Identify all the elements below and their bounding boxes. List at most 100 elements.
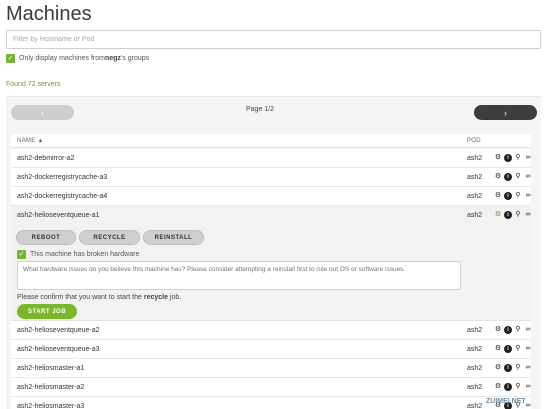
- row-name[interactable]: ash2-heliosmaster-a2: [17, 384, 84, 391]
- info-icon[interactable]: i: [504, 192, 512, 200]
- start-job-button[interactable]: START JOB: [17, 304, 77, 319]
- broken-hardware-option[interactable]: ✓ This machine has broken hardware: [17, 250, 139, 259]
- row-name[interactable]: ash2-helioseventqueue-a1: [17, 212, 100, 219]
- link-icon[interactable]: ∞: [524, 383, 532, 391]
- gear-icon[interactable]: ⚙: [494, 211, 502, 219]
- row-actions: ⚙ i ⚲ ∞: [494, 383, 532, 391]
- info-icon[interactable]: i: [504, 364, 512, 372]
- only-display-prefix: Only display machines from: [19, 55, 105, 62]
- filter-input[interactable]: [6, 30, 541, 49]
- row-name[interactable]: ash2-helioseventqueue-a2: [17, 327, 100, 334]
- info-icon[interactable]: i: [504, 154, 512, 162]
- page-title: Machines: [6, 3, 92, 25]
- gear-icon[interactable]: ⚙: [494, 364, 502, 372]
- table-row[interactable]: ash2-heliosmaster-a3 ash2 ⚙ i ⚲ ∞: [11, 397, 531, 409]
- only-display-suffix: 's groups: [120, 55, 150, 62]
- gear-icon[interactable]: ⚙: [494, 345, 502, 353]
- row-actions: ⚙ i ⚲ ∞: [494, 154, 532, 162]
- row-name[interactable]: ash2-dockerregistrycache-a3: [17, 174, 107, 181]
- link-icon[interactable]: ∞: [524, 364, 532, 372]
- confirm-job: recycle: [143, 294, 168, 301]
- search-icon[interactable]: ⚲: [514, 192, 522, 200]
- row-pod: ash2: [467, 174, 483, 181]
- watermark: ZUIMEI.NET: [486, 398, 526, 405]
- search-icon[interactable]: ⚲: [514, 154, 522, 162]
- row-pod: ash2: [467, 327, 483, 334]
- expanded-row: ash2-helioseventqueue-a1 ash2 ⚙ i ⚲ ∞ REBOO…: [11, 206, 531, 321]
- table-row[interactable]: ash2-dockerregistrycache-a4 ash2 ⚙ i ⚲ ∞: [11, 187, 531, 206]
- row-pod: ash2: [467, 155, 483, 162]
- column-header-name-label: NAME: [17, 138, 36, 144]
- table-row[interactable]: ash2-heliosmaster-a1 ash2 ⚙ i ⚲ ∞: [11, 359, 531, 378]
- row-name[interactable]: ash2-heliosmaster-a3: [17, 403, 84, 409]
- recycle-button[interactable]: RECYCLE: [79, 230, 140, 245]
- row-actions: ⚙ i ⚲ ∞: [494, 173, 532, 181]
- info-icon[interactable]: i: [504, 173, 512, 181]
- table-header: NAME ▲ POD: [11, 134, 531, 148]
- prev-page-button[interactable]: ‹: [11, 105, 74, 120]
- link-icon[interactable]: ∞: [524, 326, 532, 334]
- link-icon[interactable]: ∞: [524, 211, 532, 219]
- row-actions: ⚙ i ⚲ ∞: [494, 364, 532, 372]
- reboot-button[interactable]: REBOOT: [16, 230, 76, 245]
- page-indicator: Page 1/2: [246, 106, 275, 113]
- table-row[interactable]: ash2-heliosmaster-a2 ash2 ⚙ i ⚲ ∞: [11, 378, 531, 397]
- gear-icon[interactable]: ⚙: [494, 173, 502, 181]
- link-icon[interactable]: ∞: [524, 173, 532, 181]
- row-name[interactable]: ash2-heliosmaster-a1: [17, 365, 84, 372]
- only-display-group: negz: [104, 55, 121, 62]
- search-icon[interactable]: ⚲: [514, 211, 522, 219]
- search-icon[interactable]: ⚲: [514, 345, 522, 353]
- broken-hardware-label: This machine has broken hardware: [30, 251, 140, 258]
- confirm-prefix: Please confirm that you want to start th…: [17, 294, 144, 301]
- chevron-left-icon: ‹: [41, 107, 44, 118]
- link-icon[interactable]: ∞: [524, 154, 532, 162]
- gear-icon[interactable]: ⚙: [494, 154, 502, 162]
- reinstall-button[interactable]: REINSTALL: [143, 230, 204, 245]
- machines-panel: ‹ Page 1/2 › NAME ▲ POD ash2-debmirror-a…: [6, 96, 541, 409]
- table-row[interactable]: ash2-debmirror-a2 ash2 ⚙ i ⚲ ∞: [11, 149, 531, 168]
- row-name[interactable]: ash2-helioseventqueue-a3: [17, 346, 100, 353]
- search-icon[interactable]: ⚲: [514, 364, 522, 372]
- row-name[interactable]: ash2-dockerregistrycache-a4: [17, 193, 107, 200]
- search-icon[interactable]: ⚲: [514, 383, 522, 391]
- row-actions: ⚙ i ⚲ ∞: [494, 211, 532, 219]
- row-pod: ash2: [467, 212, 483, 219]
- only-display-filter[interactable]: ✓ Only display machines from negz's grou…: [6, 54, 149, 63]
- row-pod: ash2: [467, 365, 483, 372]
- row-pod: ash2: [467, 193, 483, 200]
- gear-icon[interactable]: ⚙: [494, 192, 502, 200]
- link-icon[interactable]: ∞: [524, 192, 532, 200]
- search-icon[interactable]: ⚲: [514, 326, 522, 334]
- pager: ‹ Page 1/2 ›: [6, 97, 541, 123]
- row-name[interactable]: ash2-debmirror-a2: [17, 155, 75, 162]
- row-pod: ash2: [467, 403, 483, 409]
- next-page-button[interactable]: ›: [474, 105, 537, 120]
- column-header-name[interactable]: NAME ▲: [17, 138, 44, 144]
- table-row[interactable]: ash2-helioseventqueue-a3 ash2 ⚙ i ⚲ ∞: [11, 340, 531, 359]
- found-count: Found 72 servers: [6, 81, 61, 88]
- only-display-checkbox[interactable]: ✓: [6, 54, 15, 63]
- info-icon[interactable]: i: [504, 383, 512, 391]
- confirm-suffix: job.: [167, 294, 182, 301]
- row-actions: ⚙ i ⚲ ∞: [494, 345, 532, 353]
- gear-icon[interactable]: ⚙: [494, 383, 502, 391]
- broken-hardware-checkbox[interactable]: ✓: [17, 250, 26, 259]
- row-pod: ash2: [467, 384, 483, 391]
- confirm-message: Please confirm that you want to start th…: [17, 294, 181, 301]
- info-icon[interactable]: i: [504, 211, 512, 219]
- machines-table: NAME ▲ POD ash2-debmirror-a2 ash2 ⚙ i ⚲ ∞ a…: [11, 134, 531, 409]
- link-icon[interactable]: ∞: [524, 345, 532, 353]
- table-row[interactable]: ash2-dockerregistrycache-a3 ash2 ⚙ i ⚲ ∞: [11, 168, 531, 187]
- search-icon[interactable]: ⚲: [514, 173, 522, 181]
- sort-ascending-icon: ▲: [37, 138, 44, 144]
- info-icon[interactable]: i: [504, 345, 512, 353]
- column-header-pod[interactable]: POD: [467, 138, 481, 144]
- table-row[interactable]: ash2-helioseventqueue-a2 ash2 ⚙ i ⚲ ∞: [11, 321, 531, 340]
- chevron-right-icon: ›: [504, 107, 507, 118]
- gear-icon[interactable]: ⚙: [494, 326, 502, 334]
- info-icon[interactable]: i: [504, 326, 512, 334]
- hardware-issues-textarea[interactable]: [17, 261, 461, 290]
- row-pod: ash2: [467, 346, 483, 353]
- row-actions: ⚙ i ⚲ ∞: [494, 192, 532, 200]
